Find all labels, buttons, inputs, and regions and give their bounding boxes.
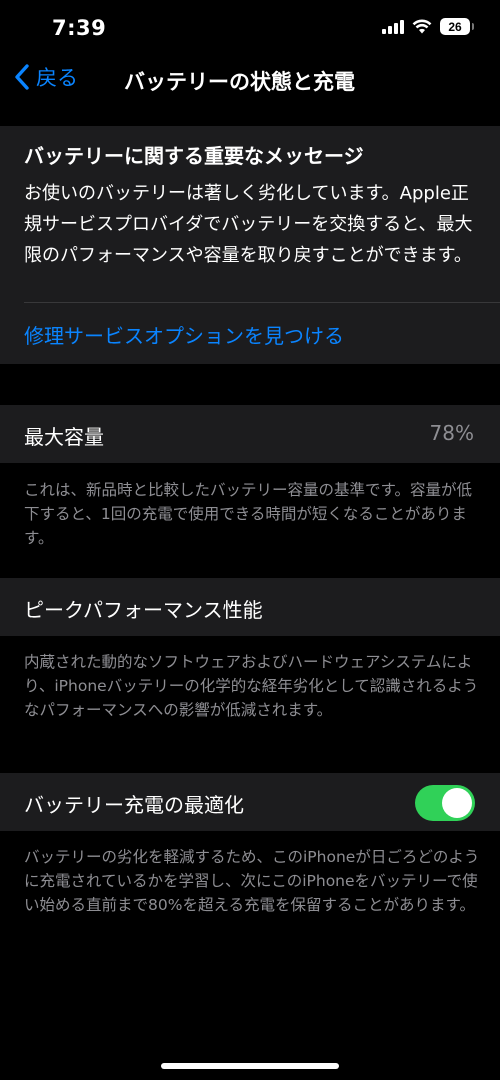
battery-icon: 26 [440,18,474,35]
optimized-charging-footnote: バッテリーの劣化を軽減するため、このiPhoneが日ごろどのように充電されている… [24,848,480,914]
page-title: バッテリーの状態と充電 [124,70,355,94]
back-label: 戻る [36,66,78,90]
divider [24,302,500,303]
peak-performance-label: ピークパフォーマンス性能 [24,598,263,622]
optimized-charging-toggle[interactable] [415,785,475,821]
max-capacity-row: 最大容量 78% [0,405,500,463]
max-capacity-footnote: これは、新品時と比較したバッテリー容量の基準です。容量が低下すると、1回の充電で… [24,481,472,547]
message-body: お使いのバッテリーは著しく劣化しています。Apple正規サービスプロバイダでバッ… [24,183,473,266]
status-bar: 7:39 26 [0,0,500,58]
home-indicator[interactable] [161,1063,339,1069]
max-capacity-value: 78% [429,421,474,445]
wifi-icon [412,19,432,34]
back-button[interactable]: 戻る [14,62,78,92]
toggle-knob [442,788,472,818]
battery-level: 26 [448,19,462,34]
peak-performance-row: ピークパフォーマンス性能 [0,578,500,636]
status-time: 7:39 [52,16,107,40]
peak-performance-footnote: 内蔵された動的なソフトウェアおよびハードウェアシステムにより、iPhoneバッテ… [24,653,479,719]
find-repair-options-link[interactable]: 修理サービスオプションを見つける [24,320,344,349]
max-capacity-label: 最大容量 [24,425,104,449]
message-title: バッテリーに関する重要なメッセージ [24,144,364,168]
cellular-signal-icon [382,19,404,34]
optimized-charging-row: バッテリー充電の最適化 [0,773,500,831]
chevron-left-icon [15,64,29,90]
navigation-bar: 戻る バッテリーの状態と充電 [0,58,500,102]
optimized-charging-label: バッテリー充電の最適化 [24,793,244,817]
status-icons: 26 [382,18,474,35]
